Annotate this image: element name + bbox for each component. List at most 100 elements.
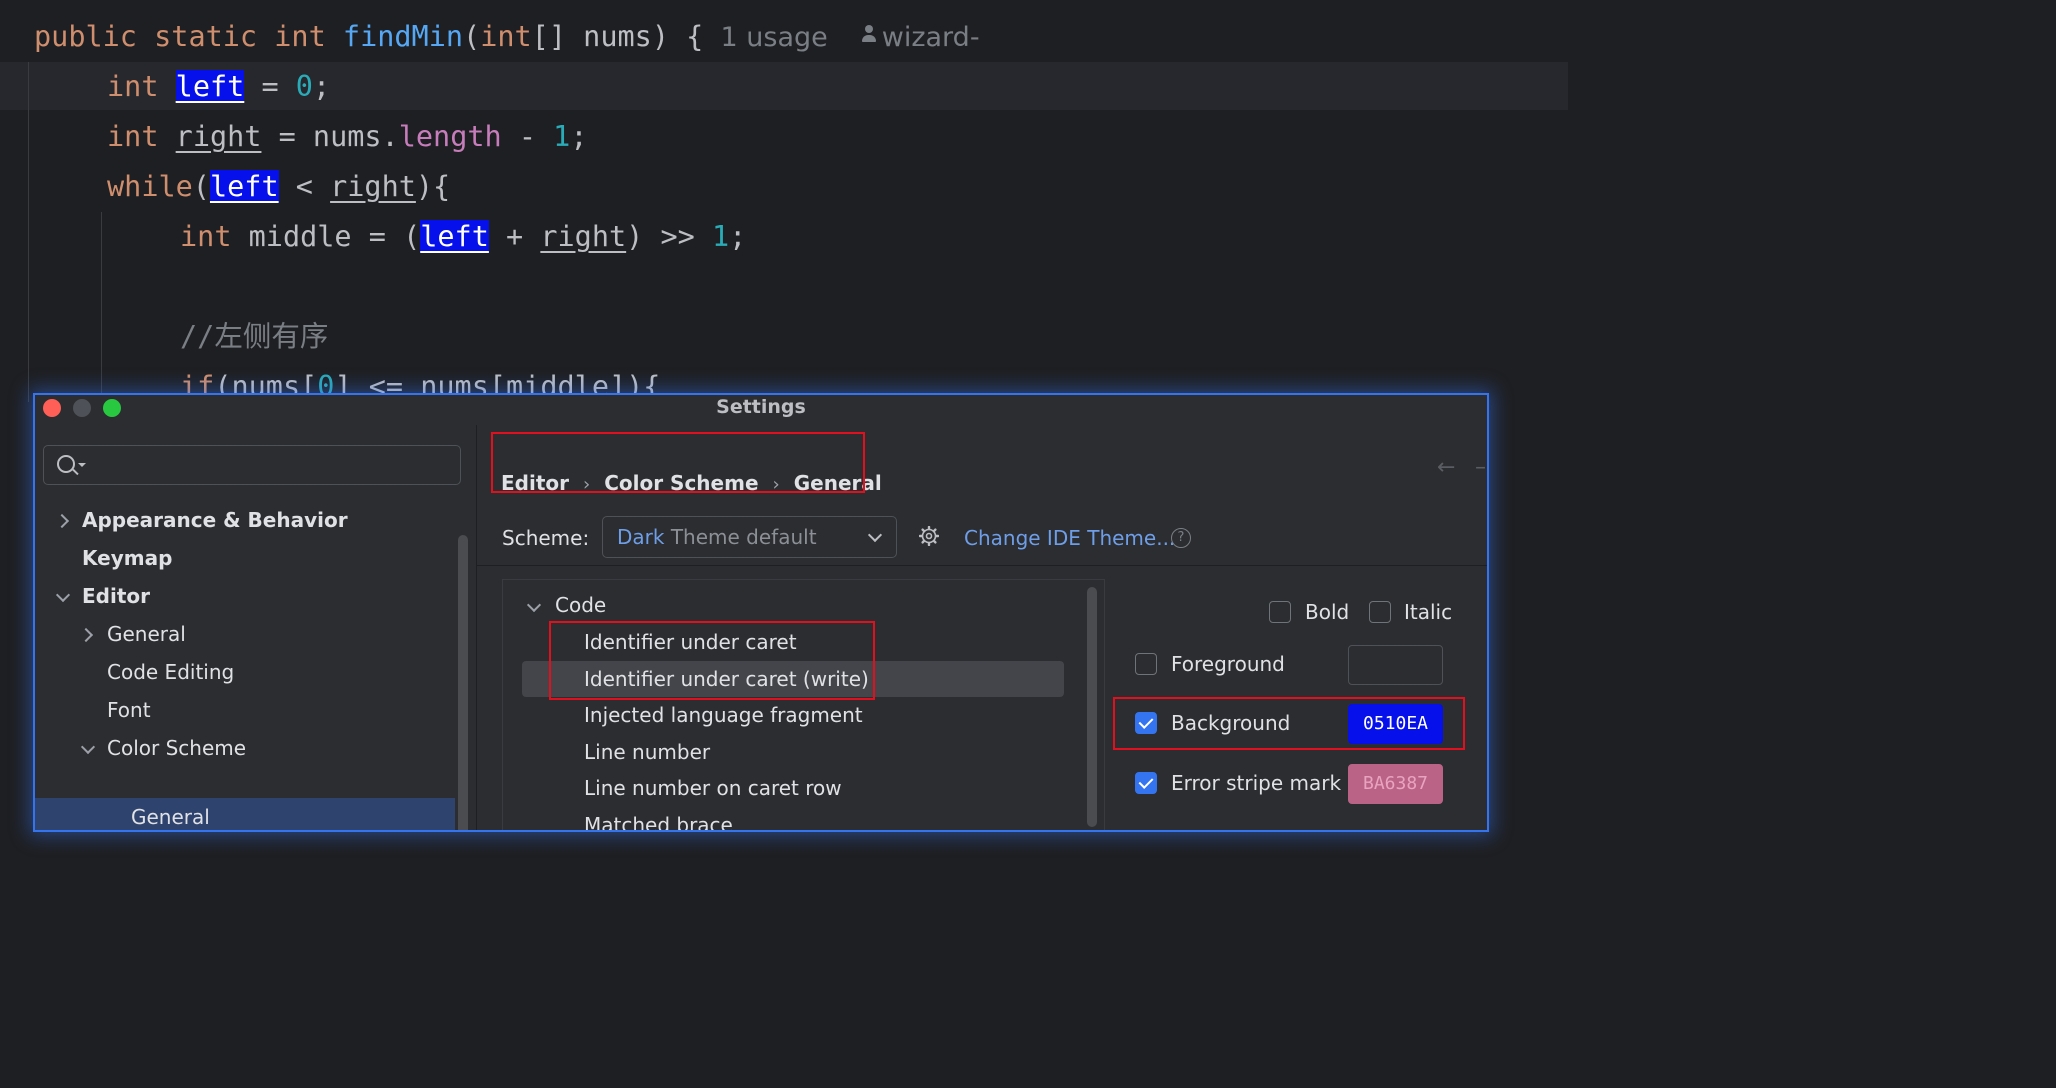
tree-item-editor[interactable]: Editor — [82, 577, 150, 615]
list-scrollbar[interactable] — [1087, 587, 1097, 827]
foreground-label: Foreground — [1171, 652, 1285, 676]
separator — [476, 565, 1487, 566]
identifier: right — [330, 170, 416, 203]
dialog-title: Settings — [716, 396, 806, 418]
tree-item-appearance-behavior[interactable]: Appearance & Behavior — [82, 501, 348, 539]
change-ide-theme-link[interactable]: Change IDE Theme... — [964, 520, 1175, 556]
punct: [] — [531, 20, 566, 53]
code-line-4: while(left < right){ — [107, 163, 450, 211]
number: 1 — [711, 220, 730, 253]
chevron-down-icon — [78, 463, 86, 467]
scheme-value-rest: Theme default — [670, 525, 817, 549]
list-group-code[interactable]: Code — [555, 587, 606, 624]
settings-sidebar: Appearance & Behavior Keymap Editor Gene… — [35, 425, 468, 830]
italic-label: Italic — [1404, 600, 1453, 624]
help-icon[interactable]: ? — [1171, 528, 1191, 548]
method-name: findMin — [342, 20, 464, 53]
bold-label: Bold — [1305, 600, 1350, 624]
keyword: while — [107, 170, 193, 203]
field: length — [398, 120, 502, 153]
punct: ; — [570, 120, 588, 153]
error-stripe-checkbox[interactable] — [1135, 772, 1157, 794]
foreground-color-swatch[interactable] — [1348, 645, 1443, 685]
code-text: middle = ( — [231, 220, 421, 253]
identifier: right — [175, 120, 262, 153]
tree-item-code-editing[interactable]: Code Editing — [107, 653, 234, 691]
chevron-right-icon[interactable] — [54, 513, 70, 529]
search-icon — [57, 455, 75, 473]
code-line-1: public static int findMin(int[] nums) { … — [34, 13, 980, 61]
tree-item-general[interactable]: General — [107, 615, 186, 653]
punct: ; — [312, 70, 331, 103]
chevron-right-icon[interactable] — [78, 627, 94, 643]
code-text: ) >> — [626, 220, 712, 253]
code-line-3: int right = nums.length - 1; — [107, 113, 588, 161]
comment: //左侧有序 — [180, 320, 329, 353]
close-window-button[interactable] — [43, 399, 61, 417]
tree-item-keymap[interactable]: Keymap — [82, 539, 172, 577]
indent-guide-inner — [101, 212, 102, 402]
identifier-highlighted: left — [175, 70, 245, 103]
keyword: int — [274, 20, 326, 53]
italic-checkbox[interactable] — [1369, 601, 1391, 623]
bold-checkbox[interactable] — [1269, 601, 1291, 623]
keyword: int — [107, 120, 159, 153]
tree-item-color-scheme[interactable]: Color Scheme — [107, 729, 246, 767]
usage-hint[interactable]: 1 usage — [721, 22, 828, 53]
annotation-box-list — [549, 621, 875, 700]
error-stripe-color-swatch[interactable]: BA6387 — [1348, 764, 1443, 804]
scheme-select[interactable]: Dark Theme default — [602, 516, 897, 558]
tree-item-color-scheme-general[interactable]: General — [131, 798, 210, 830]
punct: ( — [192, 170, 210, 203]
zoom-window-button[interactable] — [103, 399, 121, 417]
number: 1 — [553, 120, 571, 153]
chevron-down-icon[interactable] — [80, 739, 96, 755]
code-text: = — [244, 70, 296, 103]
code-line-5: int middle = (left + right) >> 1; — [180, 213, 746, 261]
identifier-highlighted: left — [420, 220, 489, 253]
keyword: public — [34, 20, 137, 53]
code-text: - — [501, 120, 554, 153]
list-item[interactable]: Line number — [584, 734, 710, 771]
forward-arrow-icon[interactable]: – — [1475, 455, 1486, 480]
keyword: static — [154, 20, 258, 53]
list-item[interactable]: Matched brace — [584, 807, 733, 830]
panel-divider[interactable] — [476, 425, 477, 830]
code-text: < — [278, 170, 331, 203]
error-stripe-label: Error stripe mark — [1171, 771, 1342, 795]
keyword: int — [480, 20, 532, 53]
gear-icon[interactable] — [919, 526, 939, 546]
annotation-box-background — [1113, 697, 1465, 750]
code-line-2: int left = 0; — [107, 63, 330, 111]
keyword: int — [107, 70, 159, 103]
punct: ){ — [415, 170, 451, 203]
chevron-down-icon — [867, 527, 883, 543]
scheme-label: Scheme: — [502, 526, 590, 550]
indent-guide — [28, 62, 29, 402]
title-bar[interactable]: Settings — [35, 395, 1487, 421]
punct: ; — [729, 220, 747, 253]
settings-search-input[interactable] — [43, 445, 461, 485]
tree-selection-highlight — [35, 798, 455, 830]
param-name: nums — [583, 20, 652, 53]
minimize-window-button[interactable] — [73, 399, 91, 417]
author-icon — [861, 25, 876, 43]
annotation-box-breadcrumb — [491, 432, 865, 493]
chevron-down-icon[interactable] — [55, 587, 71, 603]
code-text: = nums. — [261, 120, 399, 153]
identifier-highlighted: left — [209, 170, 279, 203]
list-item[interactable]: Line number on caret row — [584, 770, 842, 807]
back-arrow-icon[interactable]: ← — [1437, 455, 1455, 480]
list-item[interactable]: Injected language fragment — [584, 697, 863, 734]
identifier: right — [540, 220, 627, 253]
punct: ) — [651, 20, 669, 53]
code-text: + — [488, 220, 541, 253]
scheme-value-dark: Dark — [617, 525, 665, 549]
keyword: int — [180, 220, 232, 253]
tree-item-font[interactable]: Font — [107, 691, 151, 729]
sidebar-scrollbar[interactable] — [458, 535, 468, 830]
foreground-checkbox[interactable] — [1135, 653, 1157, 675]
number: 0 — [295, 70, 313, 103]
punct: { — [686, 20, 704, 53]
author-hint[interactable]: wizard- — [882, 22, 980, 53]
